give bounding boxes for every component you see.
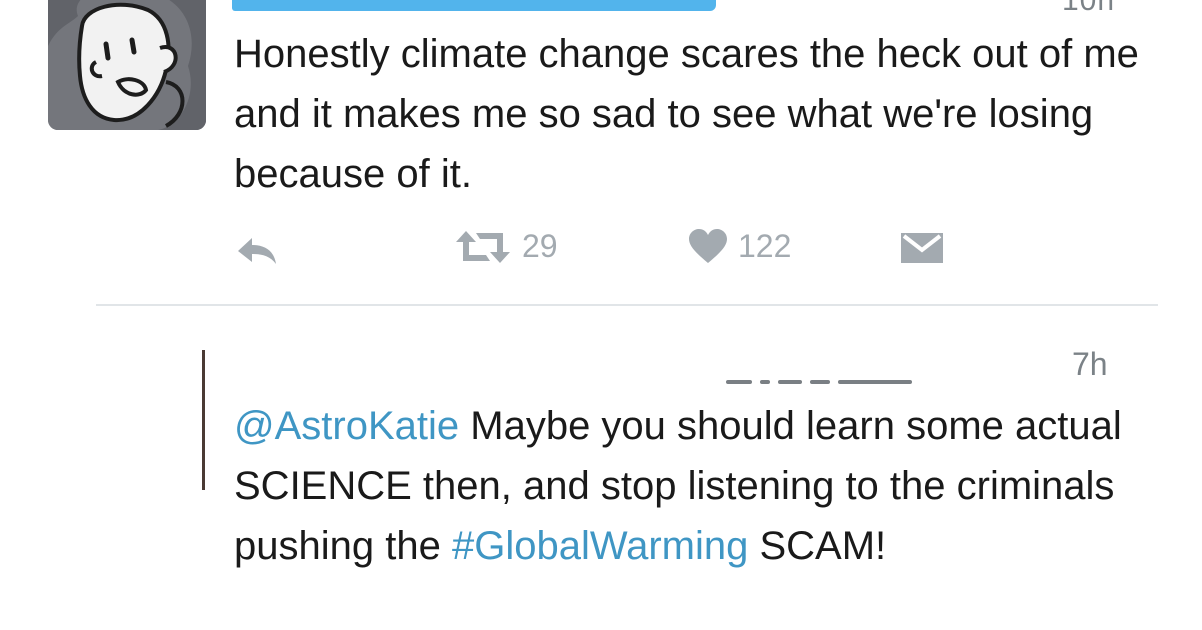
tweet-actions: 29 122 (0, 222, 1202, 278)
tweet-timestamp: 10h (1062, 0, 1116, 17)
direct-message-button[interactable] (900, 232, 944, 264)
redacted-username-bar (232, 0, 716, 11)
avatar[interactable] (48, 0, 206, 130)
thread-line (202, 350, 205, 490)
tweet-text: Honestly climate change scares the heck … (234, 32, 1139, 196)
like-button[interactable]: 122 (688, 228, 791, 265)
cartoon-avatar-image (48, 0, 206, 130)
reply-timestamp: 7h (1072, 346, 1108, 382)
retweet-count: 29 (522, 228, 558, 264)
cropped-username (726, 374, 916, 384)
retweet-button[interactable]: 29 (454, 228, 558, 265)
like-count: 122 (738, 228, 792, 264)
envelope-icon (901, 233, 943, 263)
hashtag-link[interactable]: #GlobalWarming (452, 524, 748, 568)
heart-icon (689, 228, 727, 263)
reply-arrow-icon (238, 238, 276, 264)
mention-link[interactable]: @AstroKatie (234, 404, 459, 448)
reply-end-text: SCAM! (748, 524, 887, 568)
retweet-icon (456, 230, 510, 263)
reply-button[interactable] (234, 234, 278, 268)
tweet-divider (96, 304, 1158, 306)
reply-text: @AstroKatie Maybe you should learn some … (234, 396, 1174, 576)
